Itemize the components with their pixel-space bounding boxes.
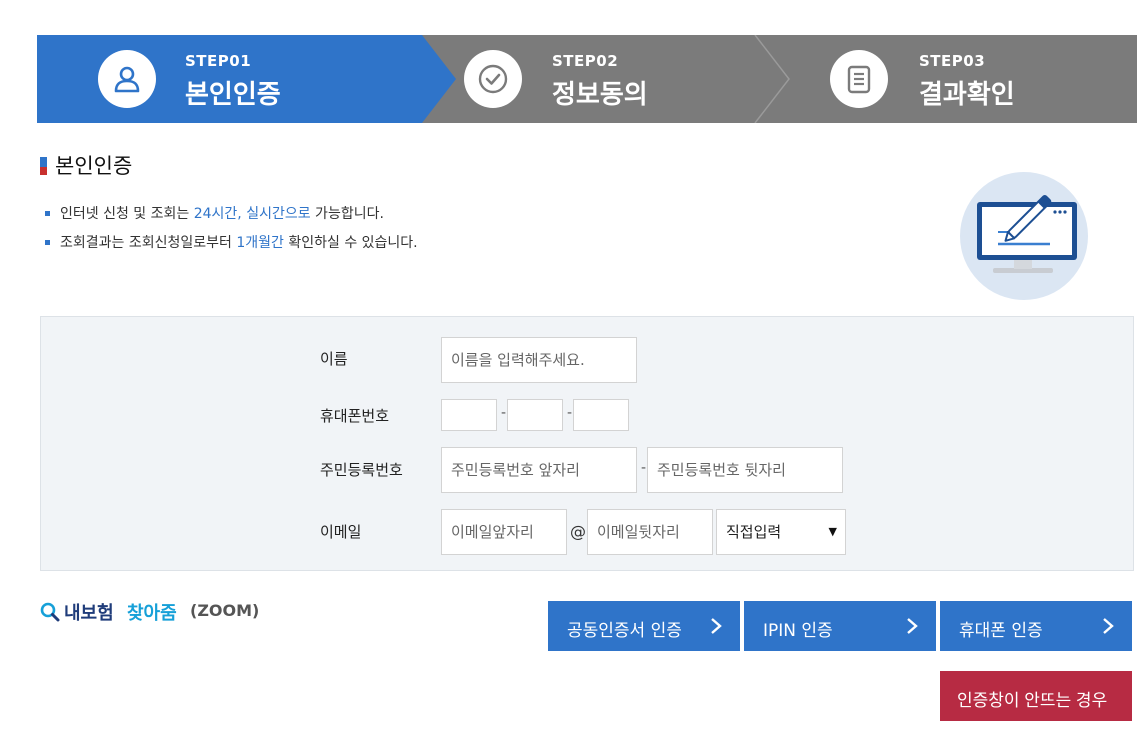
rrn-separator: - — [641, 460, 647, 476]
step-1-title: 본인인증 — [185, 80, 281, 110]
step-1: STEP01 본인인증 — [37, 35, 422, 123]
rrn-label: 주민등록번호 — [320, 461, 403, 479]
name-label: 이름 — [320, 350, 348, 368]
ipin-auth-button[interactable]: IPIN 인증 — [744, 601, 936, 651]
chevron-right-icon — [907, 618, 918, 634]
step-progress-bar: STEP01 본인인증 STEP02 정보동의 STEP03 결과확인 — [37, 35, 1137, 123]
chevron-down-icon: ▼ — [828, 525, 837, 538]
phone-part1-input[interactable] — [441, 399, 497, 431]
email-at-sign: @ — [570, 522, 586, 541]
name-input[interactable] — [441, 337, 637, 383]
chevron-right-icon — [1103, 618, 1114, 634]
step-2: STEP02 정보동의 — [422, 35, 782, 123]
phone-part2-input[interactable] — [507, 399, 563, 431]
chevron-right-icon — [711, 618, 722, 634]
notice-item: 인터넷 신청 및 조회는 24시간, 실시간으로 가능합니다. — [45, 204, 418, 233]
check-circle-icon — [464, 50, 522, 108]
auth-popup-help-button[interactable]: 인증창이 안뜨는 경우 — [940, 671, 1132, 721]
step-3-number: STEP03 — [919, 52, 986, 70]
search-icon — [40, 602, 60, 622]
certificate-auth-label: 공동인증서 인증 — [567, 621, 682, 641]
user-icon — [98, 50, 156, 108]
step-2-title: 정보동의 — [552, 80, 648, 110]
section-title: 본인인증 — [55, 154, 133, 178]
step-2-number: STEP02 — [552, 52, 619, 70]
email-domain-selected: 직접입력 — [726, 523, 782, 541]
email-domain-select[interactable]: 직접입력 ▼ — [716, 509, 846, 555]
email-local-input[interactable] — [441, 509, 567, 555]
logo-text-part3: (ZOOM) — [190, 601, 260, 620]
phone-separator: - — [501, 405, 507, 421]
notice-list: 인터넷 신청 및 조회는 24시간, 실시간으로 가능합니다. 조회결과는 조회… — [45, 204, 418, 262]
phone-auth-label: 휴대폰 인증 — [959, 621, 1043, 641]
rrn-front-input[interactable] — [441, 447, 637, 493]
phone-auth-button[interactable]: 휴대폰 인증 — [940, 601, 1132, 651]
certificate-auth-button[interactable]: 공동인증서 인증 — [548, 601, 740, 651]
ipin-auth-label: IPIN 인증 — [763, 621, 833, 641]
logo-text-part1: 내보험 — [64, 603, 114, 624]
auth-popup-help-label: 인증창이 안뜨는 경우 — [957, 691, 1108, 710]
logo-text-part2: 찾아줌 — [127, 603, 177, 624]
document-icon — [830, 50, 888, 108]
phone-label: 휴대폰번호 — [320, 407, 390, 425]
email-label: 이메일 — [320, 523, 362, 541]
identity-form: 이름 휴대폰번호 - - 주민등록번호 - 이메일 @ 직접입력 ▼ — [40, 316, 1134, 571]
step-1-number: STEP01 — [185, 52, 252, 70]
step-3: STEP03 결과확인 — [782, 35, 1137, 123]
phone-separator: - — [567, 405, 573, 421]
section-marker-icon — [40, 157, 47, 175]
phone-part3-input[interactable] — [573, 399, 629, 431]
step-3-title: 결과확인 — [919, 80, 1015, 110]
notice-item: 조회결과는 조회신청일로부터 1개월간 확인하실 수 있습니다. — [45, 233, 418, 262]
email-domain-input[interactable] — [587, 509, 713, 555]
rrn-back-input[interactable] — [647, 447, 843, 493]
computer-pen-illustration-icon — [960, 172, 1088, 300]
